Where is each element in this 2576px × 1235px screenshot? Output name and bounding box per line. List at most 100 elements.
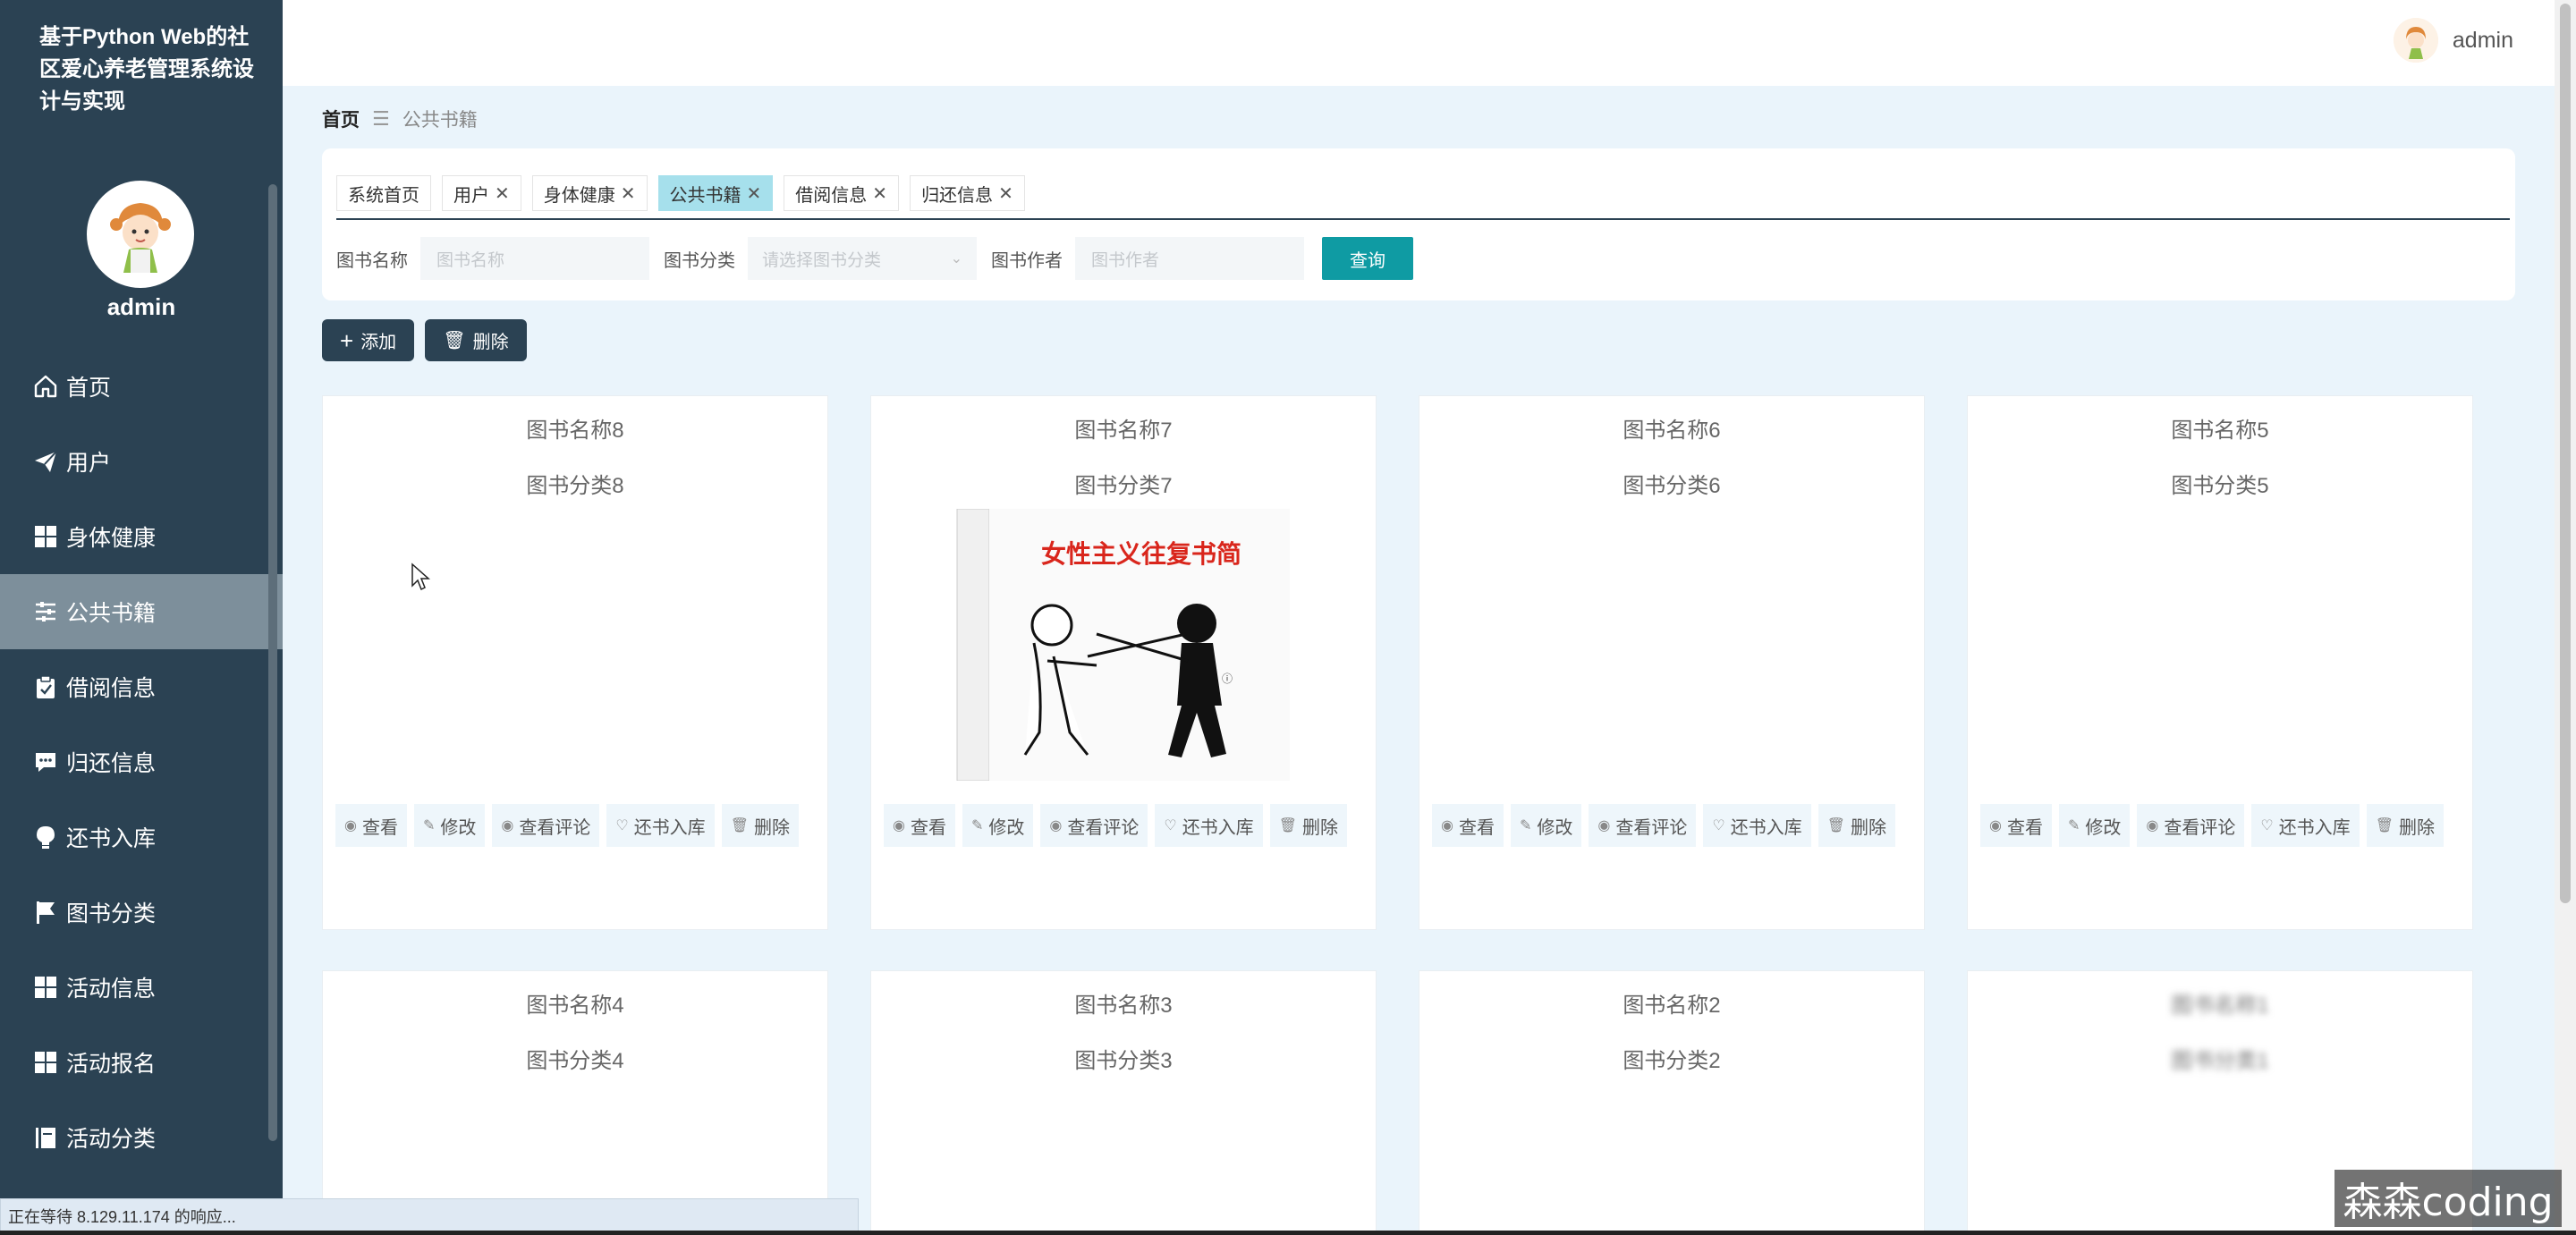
sidebar-item-users[interactable]: 用户 <box>0 424 283 499</box>
book-category: 图书分类5 <box>2171 474 2269 498</box>
btn-label: 查看 <box>910 817 946 838</box>
book-category: 图书分类2 <box>1623 1049 1721 1073</box>
tab-return[interactable]: 归还信息 ✕ <box>910 175 1025 211</box>
btn-label: 查看评论 <box>1615 817 1688 838</box>
cover-title: 女性主义往复书简 <box>1041 539 1241 569</box>
tab-public-books[interactable]: 公共书籍 ✕ <box>657 175 774 211</box>
view-button[interactable]: ◉ 查看 <box>884 804 955 847</box>
close-icon[interactable]: ✕ <box>872 182 887 205</box>
book-author-input[interactable]: 图书作者 <box>1075 237 1304 280</box>
book-category: 图书分类8 <box>526 474 624 498</box>
trash-icon: 🗑 <box>1826 818 1845 833</box>
breadcrumb-home[interactable]: 首页 <box>322 106 360 132</box>
sidebar-item-activity-info[interactable]: 活动信息 <box>0 950 283 1025</box>
sidebar-item-label: 身体健康 <box>66 526 157 551</box>
menu-icon: ☰ <box>372 107 390 130</box>
sidebar-item-label: 图书分类 <box>66 901 157 926</box>
add-button[interactable]: + 添加 <box>322 319 415 361</box>
sidebar-item-return-storage[interactable]: 还书入库 <box>0 799 283 875</box>
close-icon[interactable]: ✕ <box>998 182 1013 205</box>
delete-card-button[interactable]: 🗑 删除 <box>2366 804 2444 847</box>
tab-users[interactable]: 用户 ✕ <box>442 175 521 211</box>
book-category-select[interactable]: 请选择图书分类 ⌄ <box>748 237 977 280</box>
close-icon[interactable]: ✕ <box>495 182 510 205</box>
btn-label: 还书入库 <box>633 817 706 838</box>
view-comments-button[interactable]: ◉ 查看评论 <box>2137 804 2245 847</box>
sidebar-item-borrow[interactable]: 借阅信息 <box>0 649 283 724</box>
view-comments-button[interactable]: ◉ 查看评论 <box>492 804 600 847</box>
edit-button[interactable]: ✎ 修改 <box>962 804 1034 847</box>
book-name: 图书名称2 <box>1623 994 1721 1018</box>
book-card[interactable]: 图书名称6 图书分类6 ◉ 查看 ✎ 修改 ◉ 查看评论 ♡ 还书入库 🗑 删除 <box>1419 395 1925 930</box>
delete-card-button[interactable]: 🗑 删除 <box>1818 804 1895 847</box>
header-user[interactable]: admin <box>2393 18 2513 63</box>
return-to-storage-button[interactable]: ♡ 还书入库 <box>1703 804 1811 847</box>
view-button[interactable]: ◉ 查看 <box>1980 804 2052 847</box>
tab-system-home[interactable]: 系统首页 <box>336 175 431 211</box>
edit-button[interactable]: ✎ 修改 <box>2058 804 2131 847</box>
book-card[interactable]: 图书名称2 图书分类2 <box>1419 970 1925 1235</box>
book-card[interactable]: 图书名称5 图书分类5 ◉ 查看 ✎ 修改 ◉ 查看评论 ♡ 还书入库 🗑 删除 <box>1967 395 2473 930</box>
trash-icon: 🗑 <box>443 331 466 351</box>
avatar[interactable] <box>87 181 194 288</box>
sidebar-item-home[interactable]: 首页 <box>0 349 283 424</box>
header-username: admin <box>2452 27 2513 53</box>
delete-button[interactable]: 🗑 删除 <box>425 319 527 361</box>
tab-label: 公共书籍 <box>669 185 741 206</box>
book-author-label: 图书作者 <box>991 250 1063 271</box>
watermark: 森森coding <box>2334 1170 2562 1227</box>
placeholder: 图书作者 <box>1091 250 1160 270</box>
tab-label: 借阅信息 <box>795 185 868 206</box>
eye-icon: ◉ <box>893 818 905 833</box>
close-icon[interactable]: ✕ <box>747 182 762 205</box>
sidebar-item-public-books[interactable]: 公共书籍 <box>0 574 283 649</box>
sidebar-item-label: 首页 <box>66 376 112 401</box>
header-avatar[interactable] <box>2393 18 2438 63</box>
book-cover-image[interactable]: 女性主义往复书简 ⓘ <box>953 508 1293 782</box>
edit-button[interactable]: ✎ 修改 <box>413 804 486 847</box>
breadcrumb: 首页 ☰ 公共书籍 <box>322 106 478 132</box>
query-button[interactable]: 查询 <box>1322 237 1413 280</box>
edit-icon: ✎ <box>2067 818 2080 833</box>
edit-button[interactable]: ✎ 修改 <box>1510 804 1582 847</box>
heart-icon: ♡ <box>1164 818 1177 833</box>
return-to-storage-button[interactable]: ♡ 还书入库 <box>2251 804 2360 847</box>
eye-icon: ◉ <box>344 818 357 833</box>
book-card[interactable]: 图书名称7 图书分类7 女性主义往复书简 ⓘ ◉ 查看 ✎ 修改 ◉ 查看评论 ♡ 还书… <box>870 395 1377 930</box>
delete-label: 删除 <box>472 333 509 352</box>
sidebar-item-activity-category[interactable]: 活动分类 <box>0 1100 283 1175</box>
sidebar-scrollbar[interactable] <box>268 184 277 1141</box>
sidebar-item-label: 活动信息 <box>66 977 157 1002</box>
sidebar-item-book-category[interactable]: 图书分类 <box>0 875 283 950</box>
scrollbar-thumb[interactable] <box>2560 4 2571 903</box>
chevron-down-icon: ⌄ <box>950 251 962 266</box>
view-comments-button[interactable]: ◉ 查看评论 <box>1040 804 1148 847</box>
btn-label: 查看 <box>2006 817 2043 838</box>
eye-icon: ◉ <box>501 818 514 833</box>
close-icon[interactable]: ✕ <box>621 182 636 205</box>
delete-card-button[interactable]: 🗑 删除 <box>721 804 799 847</box>
clipboard-icon <box>30 672 61 702</box>
book-card[interactable]: 图书名称3 图书分类3 <box>870 970 1377 1235</box>
sidebar-item-health[interactable]: 身体健康 <box>0 499 283 574</box>
book-card[interactable]: 图书名称4 图书分类4 <box>322 970 828 1235</box>
return-to-storage-button[interactable]: ♡ 还书入库 <box>1155 804 1263 847</box>
book-card[interactable]: 图书名称8 图书分类8 ◉ 查看 ✎ 修改 ◉ 查看评论 ♡ 还书入库 🗑 删除 <box>322 395 828 930</box>
btn-label: 查看评论 <box>1067 817 1140 838</box>
btn-label: 删除 <box>2399 817 2435 838</box>
book-category-label: 图书分类 <box>664 250 735 271</box>
eye-icon: ◉ <box>1441 818 1453 833</box>
tab-borrow[interactable]: 借阅信息 ✕ <box>784 175 900 211</box>
book-name-input[interactable]: 图书名称 <box>420 237 649 280</box>
view-comments-button[interactable]: ◉ 查看评论 <box>1589 804 1697 847</box>
card-actions: ◉ 查看 ✎ 修改 ◉ 查看评论 ♡ 还书入库 🗑 删除 <box>1980 804 2463 852</box>
tab-health[interactable]: 身体健康 ✕ <box>531 175 648 211</box>
view-button[interactable]: ◉ 查看 <box>1432 804 1504 847</box>
view-button[interactable]: ◉ 查看 <box>335 804 407 847</box>
sidebar-item-return[interactable]: 归还信息 <box>0 724 283 799</box>
return-to-storage-button[interactable]: ♡ 还书入库 <box>606 804 715 847</box>
page-scrollbar[interactable] <box>2555 0 2576 1235</box>
grid-icon <box>30 972 61 1002</box>
delete-card-button[interactable]: 🗑 删除 <box>1269 804 1347 847</box>
sidebar-item-activity-signup[interactable]: 活动报名 <box>0 1025 283 1100</box>
